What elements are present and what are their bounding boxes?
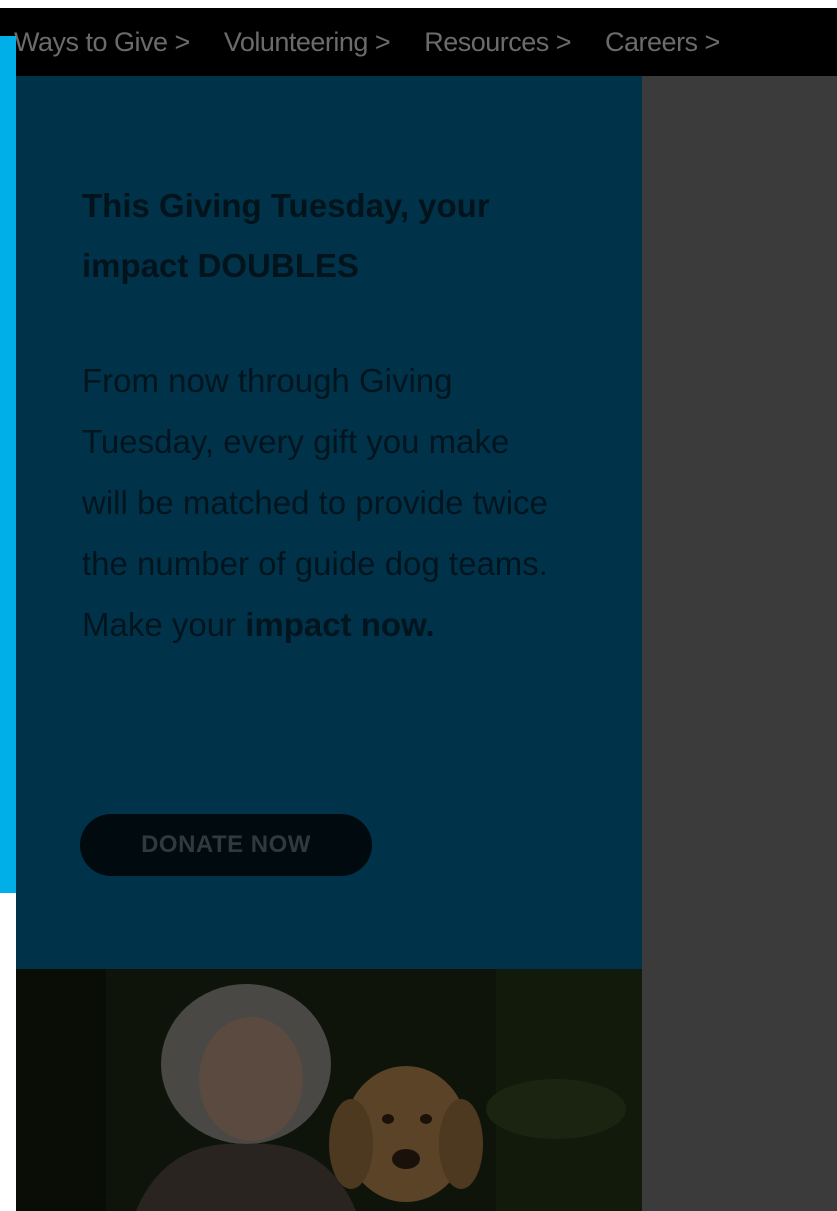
woman-with-dog-photo — [16, 969, 642, 1211]
promo-heading: This Giving Tuesday, your impact DOUBLES — [82, 187, 490, 284]
promo-body: From now through Giving Tuesday, every g… — [82, 350, 552, 655]
nav-item-resources[interactable]: Resources > — [424, 27, 571, 58]
photo-illustration — [16, 969, 642, 1211]
nav-item-ways-to-give[interactable]: Ways to Give > — [14, 27, 190, 58]
promo-body-emphasis: impact now. — [245, 606, 435, 643]
background-strip — [0, 893, 16, 1211]
accent-strip — [0, 36, 16, 893]
nav-item-careers[interactable]: Careers > — [605, 27, 720, 58]
giving-tuesday-promo: This Giving Tuesday, your impact DOUBLES… — [16, 76, 642, 969]
promo-body-text: From now through Giving Tuesday, every g… — [82, 362, 548, 643]
donate-now-button[interactable]: DONATE NOW — [80, 814, 372, 876]
page: Ways to Give > Volunteering > Resources … — [0, 0, 837, 1211]
nav-item-volunteering[interactable]: Volunteering > — [224, 27, 391, 58]
overlay-backdrop[interactable] — [642, 76, 837, 1211]
top-navigation: Ways to Give > Volunteering > Resources … — [0, 8, 837, 76]
